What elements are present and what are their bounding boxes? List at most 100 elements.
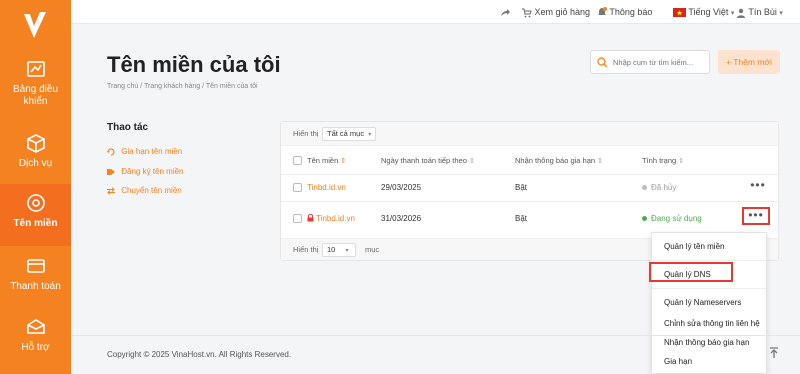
search-icon [597,57,608,68]
caret-down-icon: ▾ [345,248,349,254]
row-checkbox[interactable] [293,183,302,192]
menu-divider [652,288,766,289]
box-icon [26,134,45,153]
status-badge: Đã hủy [642,183,676,193]
top-bar: Xem giỏ hàng Thông báo Tiếng Việt ▾ Tín … [71,0,800,24]
menu-item-manage-domain[interactable]: Quản lý tên miền [664,242,724,252]
scroll-to-top-icon[interactable] [768,347,780,359]
sidebar: Bảng điều khiển Dịch vụ Tên miền Thanh t… [0,0,71,374]
language-selector[interactable]: Tiếng Việt ▾ [673,6,734,20]
sort-icon: ⇕ [597,158,604,165]
menu-item-manage-nameservers[interactable]: Quản lý Nameservers [664,298,741,308]
action-label: Chuyển tên miền [121,186,182,195]
footer-divider [71,335,800,336]
menu-item-edit-contact[interactable]: Chỉnh sửa thông tin liên hệ [664,319,760,329]
filter-select[interactable]: Tất cả mục ▾ [322,127,376,141]
sidebar-item-label: Dịch vụ [18,158,53,169]
cart-link[interactable]: Xem giỏ hàng [521,6,590,18]
status-label: Đang sử dụng [651,214,702,223]
add-new-button[interactable]: + Thêm mới [718,50,780,74]
support-icon [26,319,45,334]
row-divider [281,174,778,175]
column-header-status[interactable]: Tình trạng ⇕ [642,156,684,167]
sidebar-item-services[interactable]: Dịch vụ [0,132,71,170]
user-icon [737,8,745,18]
column-header-label: Tình trạng [642,156,677,165]
page-size-label: Hiển thị [293,245,319,254]
vinahost-logo-icon[interactable] [20,8,50,42]
status-dot [642,216,647,222]
copyright-text: Copyright © 2025 VinaHost.vn. All Rights… [107,350,292,359]
menu-divider [652,260,766,261]
next-payment-date: 31/03/2026 [381,214,422,223]
action-label: Đăng ký tên miền [121,167,184,176]
cart-icon [522,8,532,18]
search-input[interactable] [613,55,707,70]
globe-icon [26,194,45,212]
dashboard-icon [26,61,45,77]
domain-link[interactable]: Tinbd.id.vn [307,213,355,224]
dns-highlight-box [649,262,733,282]
sort-icon: ⇕ [340,158,347,165]
card-icon [26,259,45,273]
notifications-label: Thông báo [609,7,653,17]
action-label: Gia hạn tên miền [121,147,183,156]
lock-icon [307,213,314,222]
status-label: Đã hủy [651,183,677,192]
filter-label: Hiển thị [293,129,319,138]
menu-item-renew-notice[interactable]: Nhận thông báo gia hạn [664,338,749,348]
sidebar-item-label: Tên miền [13,218,58,229]
share-icon[interactable] [499,6,511,18]
sidebar-item-label: Bảng điều khiển [12,84,59,107]
page-title: Tên miền của tôi [107,52,281,77]
transfer-icon [107,187,115,195]
row-more-button[interactable]: ••• [742,207,770,225]
renew-notice-value: Bật [515,214,528,223]
caret-down-icon: ▾ [368,132,372,138]
status-badge: Đang sử dụng [642,214,702,224]
register-domain-link[interactable]: Đăng ký tên miền [107,167,184,177]
column-header-label: Ngày thanh toán tiếp theo [381,156,467,165]
search-box[interactable] [590,50,710,74]
page-size-suffix: mục [365,245,380,254]
column-header-next-payment[interactable]: Ngày thanh toán tiếp theo ⇕ [381,156,475,167]
row-checkbox[interactable] [293,214,302,223]
sidebar-item-label: Thanh toán [10,281,61,292]
renew-domain-link[interactable]: Gia hạn tên miền [107,147,182,157]
user-label: Tín Bùi [748,7,777,17]
sidebar-item-label: Hỗ trợ [21,342,50,353]
column-header-renew-notice[interactable]: Nhận thông báo gia hạn ⇕ [515,156,603,167]
page-size-value: 10 [327,245,336,254]
status-dot [642,185,647,191]
sort-icon: ⇕ [678,158,685,165]
caret-down-icon: ▾ [779,10,783,17]
domain-link[interactable]: Tinbd.id.vn [307,183,346,193]
row-actions-menu: Quản lý tên miền Quản lý DNS Quản lý Nam… [651,232,767,374]
actions-title: Thao tác [107,122,149,133]
user-menu[interactable]: Tín Bùi ▾ [736,6,783,20]
sidebar-item-domains[interactable]: Tên miền [0,184,71,246]
tag-icon [107,168,115,175]
filter-value: Tất cả mục [327,129,365,138]
row-more-button[interactable]: ••• [744,179,772,196]
menu-item-renew[interactable]: Gia hạn [664,357,692,367]
notifications-link[interactable]: Thông báo [597,6,652,18]
sidebar-item-support[interactable]: Hỗ trợ [0,316,71,354]
caret-down-icon: ▾ [730,10,735,17]
sort-icon: ⇕ [469,158,475,165]
breadcrumb[interactable]: Trang chủ / Trang khách hàng / Tên miền … [107,83,258,90]
table-filter-bar: Hiển thị Tất cả mục ▾ [281,122,778,146]
language-label: Tiếng Việt [688,7,729,17]
page-size-select[interactable]: 10 ▾ [322,243,356,257]
transfer-domain-link[interactable]: Chuyển tên miền [107,186,182,196]
bell-icon [598,7,607,16]
column-header-domain[interactable]: Tên miền ⇕ [307,156,346,167]
select-all-checkbox[interactable] [293,156,302,165]
renew-icon [107,148,115,156]
vietnam-flag-icon [673,8,686,18]
sidebar-item-billing[interactable]: Thanh toán [0,255,71,293]
renew-notice-value: Bật [515,183,528,192]
domain-label: Tinbd.id.vn [316,214,355,223]
sidebar-item-dashboard[interactable]: Bảng điều khiển [0,58,71,108]
column-header-label: Tên miền [307,156,339,165]
